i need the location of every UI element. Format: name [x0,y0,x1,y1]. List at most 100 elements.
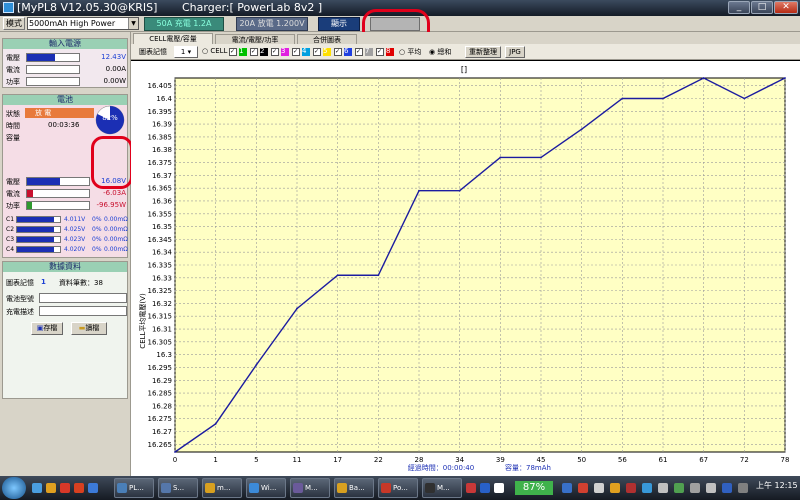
tray-keyboard-icon[interactable] [594,483,604,493]
tray-audio-icon[interactable] [738,483,748,493]
tray-help-icon[interactable] [494,483,504,493]
input-power-section: 輸入電源 電壓 12.43V 電流 0.00A 功率 0.00W [2,38,128,88]
cell-fill [17,217,54,222]
cell-fill [17,247,54,252]
tray-network-icon[interactable] [562,483,572,493]
start-button[interactable] [2,477,26,499]
tray-app-icon[interactable] [466,483,476,493]
capacity-value: 5000mAh [29,19,68,28]
tray-app-icon[interactable] [626,483,636,493]
tray-power-icon[interactable] [674,483,684,493]
minimize-button[interactable]: _ [728,1,750,14]
y-tick-label: 16.33 [152,274,172,282]
load-button[interactable]: ▬讀檔 [71,322,107,335]
y-tick-label: 16.27 [152,428,172,436]
input-power-row: 功率 0.00W [5,76,127,87]
taskbar-item-label: M... [305,484,318,492]
cell-number: 4 [302,47,307,55]
cell-checkbox-4[interactable]: ✓ [292,48,300,56]
cell-number: 8 [386,47,391,55]
app-icon[interactable] [88,483,98,493]
reorganize-button[interactable]: 重新整理 [465,46,501,58]
tray-flag-icon[interactable] [658,483,668,493]
clock[interactable]: 上午 12:15 [756,480,798,491]
y-tick-label: 16.4 [156,95,172,103]
taskbar-item[interactable]: M... [422,478,462,498]
ie-icon[interactable] [32,483,42,493]
left-panel: 輸入電源 電壓 12.43V 電流 0.00A 功率 0.00W 電池 狀態 放… [0,32,131,476]
taskbar-app-icon [205,483,215,493]
tab-cell-voltage[interactable]: CELL電壓/容量 [133,33,213,44]
close-button[interactable]: ✕ [774,1,798,14]
taskbar-item-label: Ba... [349,484,365,492]
row-value: 12.43V [101,53,126,61]
cell-voltage: 4.025V [64,226,86,233]
jpg-button[interactable]: JPG [505,46,525,58]
cell-label: CELL [210,47,228,55]
mode-select[interactable]: 5000mAh High Power ▼ [27,17,139,30]
window-title: [MyPL8 V12.05.30@KRIS] [17,1,158,14]
cell-checkbox-3[interactable]: ✓ [271,48,279,56]
y-tick-label: 16.385 [148,133,173,141]
cell-voltage: 4.023V [64,236,86,243]
save-button[interactable]: ▣存檔 [31,322,63,335]
charge-desc-input[interactable] [39,306,127,316]
row-label: 電流 [6,66,20,74]
cell-percent: 0% [92,246,102,253]
cell-number: 1 [239,47,244,55]
tab-bar: CELL電壓/容量 電流/電壓/功率 合併圖表 [131,32,800,44]
tray-speaker-icon[interactable] [690,483,700,493]
display-button[interactable]: 顯示 [318,17,360,31]
taskbar-item[interactable]: M... [290,478,330,498]
level-bar [26,201,90,210]
x-tick-label: 0 [173,456,177,464]
cell-checkbox-1[interactable]: ✓ [229,48,237,56]
chevron-down-icon[interactable]: ▼ [128,18,138,29]
taskbar-item[interactable]: Po... [378,478,418,498]
tray-network-icon[interactable] [722,483,732,493]
tray-security-icon[interactable] [578,483,588,493]
battery-indicator[interactable]: 87% [515,481,553,495]
tray-app-icon[interactable] [642,483,652,493]
folder-icon[interactable] [46,483,56,493]
chart-area: 16.265 16.27 16.275 16.28 16.285 16.29 16.295 1… [131,61,800,476]
cell-checkbox-5[interactable]: ✓ [313,48,321,56]
battery-type-input[interactable] [39,293,127,303]
cell-checkbox-2[interactable]: ✓ [250,48,258,56]
data-point [418,189,420,192]
charge-desc-label: 充電描述 [6,308,34,316]
cell-label: C2 [6,226,15,233]
taskbar-item[interactable]: S... [158,478,198,498]
taskbar: PL... S... m... Wi... M... Ba... Po... M... 87%… [0,476,800,500]
chart-memory-select[interactable]: 1 ▾ [174,46,198,58]
radio-sum[interactable]: ◉ 總和 [429,47,451,57]
taskbar-item[interactable]: m... [202,478,242,498]
charge-status: 50A 充電 1.2A [144,17,224,31]
radio-cell[interactable]: ○ CELL [202,47,227,55]
data-point [499,156,502,159]
taskbar-item[interactable]: Ba... [334,478,374,498]
voltage-line-chart: 16.265 16.27 16.275 16.28 16.285 16.29 16.295 1… [131,61,800,476]
cell-number: 3 [281,47,286,55]
chrome-icon[interactable] [60,483,70,493]
taskbar-item[interactable]: Wi... [246,478,286,498]
tray-signal-icon[interactable] [706,483,716,493]
tray-app-icon[interactable] [480,483,490,493]
y-tick-label: 16.31 [152,326,172,334]
battery-type-label: 電池型號 [6,295,34,303]
tab-combined-chart[interactable]: 合併圖表 [297,34,357,44]
time-value: 00:03:36 [48,121,80,129]
taskbar-item[interactable]: PL... [114,478,154,498]
y-tick-label: 16.345 [148,236,173,244]
maximize-button[interactable]: □ [751,1,773,14]
media-icon[interactable] [74,483,84,493]
cell-checkbox-8[interactable]: ✓ [376,48,384,56]
tab-current-voltage-power[interactable]: 電流/電壓/功率 [215,34,295,44]
y-tick-label: 16.37 [152,172,172,180]
cell-checkbox-7[interactable]: ✓ [355,48,363,56]
section-title: 輸入電源 [3,39,127,49]
radio-average[interactable]: ○ 平均 [399,47,421,57]
cell-checkbox-6[interactable]: ✓ [334,48,342,56]
x-tick-label: 22 [374,456,383,464]
tray-app-icon[interactable] [610,483,620,493]
